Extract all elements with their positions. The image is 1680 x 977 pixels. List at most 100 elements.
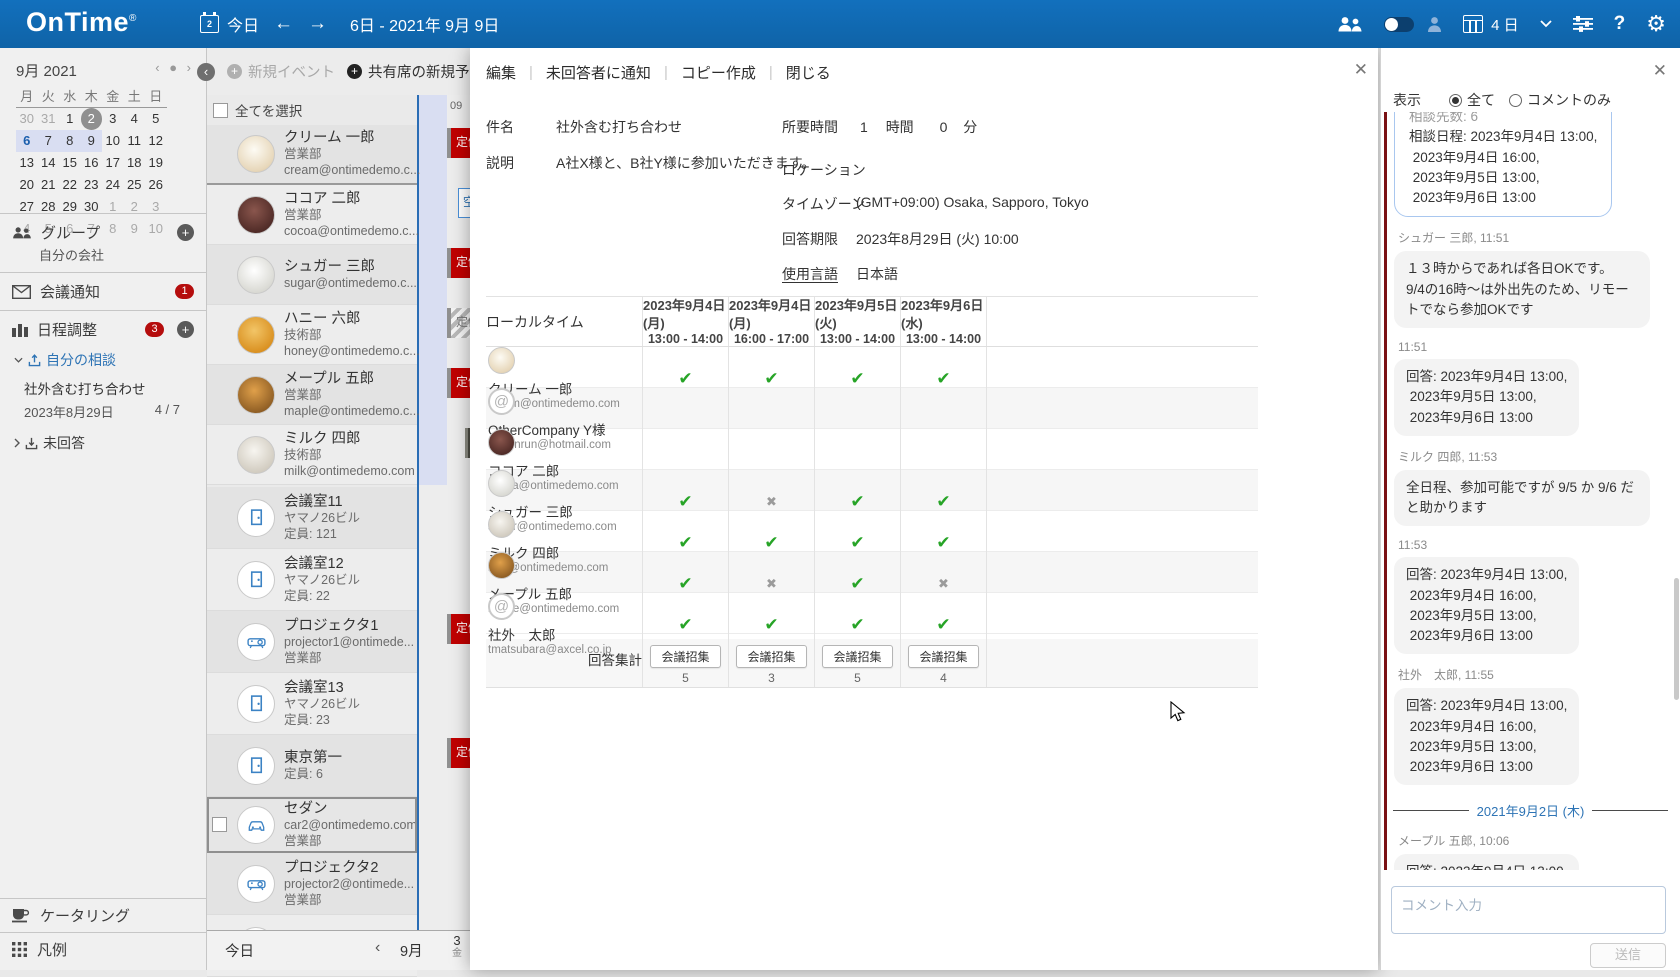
people-view-toggle[interactable] [1384,17,1414,32]
next-arrow-button[interactable]: → [308,13,327,35]
calendar-day[interactable]: 13 [16,152,38,174]
calendar-day[interactable]: 25 [124,174,146,196]
today-button[interactable]: 2 今日 [200,12,259,36]
comments-close-icon[interactable]: ✕ [1653,61,1667,81]
calendar-day[interactable]: 17 [102,152,124,174]
invite-button[interactable]: 会議招集 [908,645,978,668]
calendar-day[interactable]: 2 [81,108,103,130]
comment-bubble: 全日程、参加可能ですが 9/5 か 9/6 だと助かります [1394,470,1650,527]
calendar-day[interactable]: 30 [16,108,38,130]
calendar-day[interactable]: 24 [102,174,124,196]
resource-row[interactable]: 会議室12ヤマノ26ビル定員: 22 [207,549,417,611]
resource-row[interactable]: セダンcar2@ontimedemo.com営業部 [207,797,417,853]
meeting-notice-label[interactable]: 会議通知 [40,281,100,302]
calendar-day[interactable]: 6 [16,130,38,152]
invite-button[interactable]: 会議招集 [736,645,806,668]
table-row: @OtherCompany Y様toorunrun@hotmail.com [486,388,1258,429]
calendar-day[interactable]: 23 [81,174,103,196]
calendar-day[interactable]: 20 [16,174,38,196]
calendar-day[interactable]: 22 [59,174,81,196]
chevron-down-icon[interactable] [1540,20,1552,28]
people-pair-icon[interactable] [1337,16,1363,33]
table-row: ココア 二郎cocoa@ontimedemo.com [486,429,1258,470]
help-icon[interactable]: ? [1614,13,1626,35]
select-all-row[interactable]: 全てを選択 [207,95,417,125]
sliders-icon[interactable] [1573,16,1593,32]
add-coordination-button[interactable]: + [177,321,194,338]
person-row[interactable]: メープル 五郎営業部maple@ontimedemo.c... [207,365,417,425]
send-button[interactable]: 送信 [1590,943,1666,968]
filter-comments-radio[interactable]: コメントのみ [1509,90,1611,110]
add-group-button[interactable]: + [177,224,194,241]
select-all-checkbox[interactable] [213,103,228,118]
resource-row[interactable]: プロジェクタ2projector2@ontimede...営業部 [207,853,417,915]
gear-icon[interactable]: ⚙ [1646,14,1666,34]
calendar-day[interactable]: 18 [124,152,146,174]
calendar-day[interactable]: 19 [145,152,167,174]
cross-icon: ✖ [766,576,777,592]
person-row[interactable]: クリーム 一郎営業部cream@ontimedemo.c... [207,125,417,185]
calendar-day[interactable]: 3 [102,108,124,130]
person-row[interactable]: ミルク 四郎技術部milk@ontimedemo.com [207,425,417,485]
menu-item-1[interactable]: 未回答者に通知 [546,62,651,83]
row-checkbox[interactable] [212,817,227,832]
calendar-day[interactable]: 21 [38,174,60,196]
calendar-day[interactable]: 5 [145,108,167,130]
menu-item-3[interactable]: 閉じる [786,62,831,83]
row-text: 東京第一定員: 6 [284,749,342,783]
footer-prev-button[interactable]: ‹ [375,939,380,957]
calendar-day[interactable]: 26 [145,174,167,196]
check-icon: ✔ [678,615,692,635]
invite-button[interactable]: 会議招集 [650,645,720,668]
mini-calendar-nav[interactable]: ‹ ● › [155,60,194,75]
calendar-day[interactable]: 12 [145,130,167,152]
filter-all-radio[interactable]: 全て [1449,90,1495,110]
view-selector[interactable]: 4 日 [1463,14,1519,35]
new-event-button[interactable]: + 新規イベント [227,61,335,82]
consult-item-title[interactable]: 社外含む打ち合わせ [24,378,194,398]
calendar-day[interactable]: 7 [38,130,60,152]
sidebar-item-legend[interactable]: 凡例 [0,932,206,970]
calendar-day[interactable]: 4 [124,108,146,130]
scrollbar-thumb[interactable] [1674,578,1679,700]
schedule-coordination-label[interactable]: 日程調整 [37,319,97,340]
calendar-day[interactable]: 8 [59,130,81,152]
resource-row[interactable]: 東京第一定員: 6 [207,735,417,797]
collapse-list-button[interactable]: ‹ [197,63,215,81]
calendar-day[interactable]: 1 [59,108,81,130]
footer-today-button[interactable]: 今日 [225,940,254,961]
group-label[interactable]: グループ [41,222,100,243]
menu-item-2[interactable]: コピー作成 [681,62,756,83]
prev-arrow-button[interactable]: ← [274,13,293,35]
invite-button[interactable]: 会議招集 [822,645,892,668]
calendar-day[interactable]: 14 [38,152,60,174]
calendar-day[interactable]: 10 [102,130,124,152]
comment-input[interactable] [1391,886,1666,934]
dialog-close-icon[interactable]: ✕ [1354,60,1368,80]
calendar-day[interactable]: 15 [59,152,81,174]
sidebar-item-catering[interactable]: ケータリング [0,898,206,932]
footer-day-column[interactable]: 3 金 [443,934,471,959]
resource-row[interactable]: プロジェクタ1projector1@ontimede...営業部 [207,611,417,673]
row-name: プロジェクタ2 [284,859,414,877]
language-label[interactable]: 使用言語 [782,264,838,284]
person-row[interactable]: シュガー 三郎sugar@ontimedemo.c... [207,245,417,305]
single-person-icon[interactable] [1427,16,1442,33]
menu-item-0[interactable]: 編集 [486,62,516,83]
resource-row[interactable]: 会議室11ヤマノ26ビル定員: 121 [207,487,417,549]
description-label: 説明 [486,153,514,173]
answer-count: 5 [682,671,689,685]
resource-row[interactable]: 会議室13ヤマノ26ビル定員: 23 [207,673,417,735]
plus-circle-icon: + [227,64,242,79]
calendar-day[interactable]: 31 [38,108,60,130]
person-row[interactable]: ココア 二郎営業部cocoa@ontimedemo.c... [207,185,417,245]
calendar-day[interactable]: 9 [81,130,103,152]
sidebar-item-company[interactable]: 自分の会社 [39,245,194,264]
sidebar-item-unanswered[interactable]: 未回答 [14,433,194,453]
comment-thread[interactable]: 相談先数: 6相談日程: 2023年9月4日 13:00, 2023年9月4日 … [1381,112,1672,870]
new-shared-booking-button[interactable]: + 共有席の新規予約 [347,61,484,82]
person-row[interactable]: ハニー 六郎技術部honey@ontimedemo.c... [207,305,417,365]
calendar-day[interactable]: 16 [81,152,103,174]
calendar-day[interactable]: 11 [124,130,146,152]
sidebar-item-my-consult[interactable]: 自分の相談 [14,350,194,370]
